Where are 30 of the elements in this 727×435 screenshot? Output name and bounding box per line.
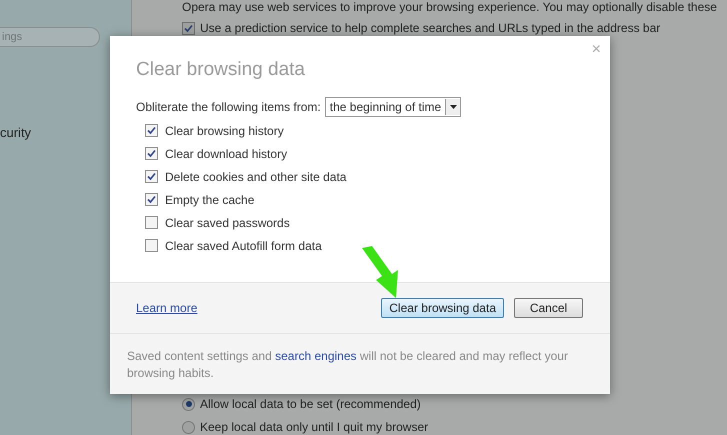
- checkbox[interactable]: [145, 170, 158, 183]
- option-label: Keep local data only until I quit my browser: [200, 420, 428, 434]
- info-note: Saved content settings and search engines will not be cleared and may reflect your browsing habits.: [127, 349, 568, 380]
- intro-text: Opera may use web services to improve your browsing experience. You may optionally disable these: [182, 0, 717, 14]
- checkbox-label: Delete cookies and other site data: [165, 170, 346, 184]
- clear-data-button[interactable]: Clear browsing data: [381, 298, 504, 318]
- time-range-dropdown[interactable]: the beginning of time: [324, 97, 462, 117]
- checkbox-label: Clear download history: [165, 146, 288, 160]
- checkbox[interactable]: [182, 22, 195, 34]
- cancel-button[interactable]: Cancel: [514, 298, 583, 318]
- radio-button[interactable]: [182, 398, 195, 410]
- checkbox[interactable]: [145, 239, 158, 252]
- checkbox[interactable]: [145, 216, 158, 229]
- checkbox-label: Clear saved passwords: [165, 216, 290, 230]
- radio-button[interactable]: [182, 420, 195, 434]
- checkbox-label: Clear saved Autofill form data: [165, 238, 322, 252]
- search-field[interactable]: ings: [0, 27, 100, 47]
- checkbox-label: Clear browsing history: [165, 124, 284, 138]
- checkbox[interactable]: [145, 124, 158, 137]
- dialog-title: Clear browsing data: [136, 59, 306, 81]
- checkbox-label: Empty the cache: [165, 192, 254, 206]
- caret-icon: [450, 105, 457, 109]
- range-label: Obliterate the following items from:: [136, 100, 321, 114]
- arrow-icon: [362, 246, 398, 298]
- learn-more-link[interactable]: Learn more: [136, 301, 198, 315]
- checkbox[interactable]: [145, 193, 158, 206]
- checkbox[interactable]: [145, 147, 158, 160]
- option-label: Use a prediction service to help complete searches and URLs typed in the address bar: [200, 21, 660, 35]
- search-engines-link[interactable]: search engines: [275, 349, 357, 363]
- option-label: Allow local data to be set (recommended): [200, 397, 421, 411]
